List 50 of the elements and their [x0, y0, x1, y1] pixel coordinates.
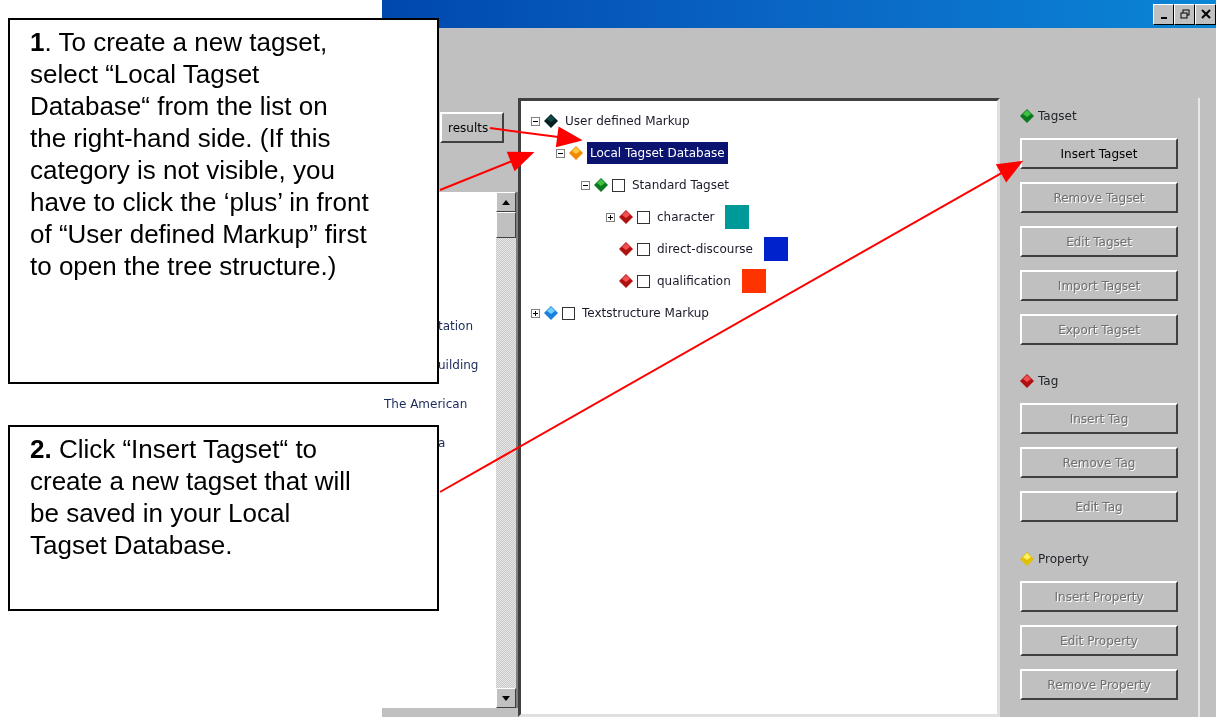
checkbox[interactable] [637, 274, 650, 288]
close-icon [1200, 9, 1211, 19]
collapse-icon[interactable] [581, 180, 590, 190]
checkbox[interactable] [612, 178, 625, 192]
list-item[interactable]: The American [384, 397, 468, 411]
restore-button[interactable] [1174, 3, 1195, 25]
diamond-icon [619, 242, 633, 256]
restore-icon [1179, 9, 1190, 19]
section-title: Tagset [1038, 108, 1077, 125]
tree-item[interactable]: direct-discourse [654, 238, 756, 260]
diamond-icon [1020, 109, 1034, 123]
list-item[interactable]: a [438, 436, 446, 450]
tree-item[interactable]: Textstructure Markup [579, 302, 712, 324]
tree-item[interactable]: character [654, 206, 718, 228]
scroll-up-button[interactable] [496, 192, 516, 212]
diamond-icon [619, 210, 633, 224]
tree-item[interactable]: Standard Tagset [629, 174, 733, 196]
collapse-icon[interactable] [531, 116, 540, 126]
tree-item[interactable]: Local Tagset Database [587, 142, 728, 164]
callout-text: 1. To create a new tagset, select “Local Tagset Database“ from the list on the right-hand side. (If this category is not visible, you have to click the ‘plus’ in front of “User defined Markup” first to open the tree structure.) [8, 18, 439, 384]
diamond-icon [1020, 374, 1034, 388]
list-item[interactable]: uilding [438, 358, 479, 372]
action-button[interactable]: Insert Tagset [1020, 138, 1178, 169]
minimize-icon [1160, 17, 1167, 19]
checkbox[interactable] [562, 306, 575, 320]
expand-icon[interactable] [531, 308, 540, 318]
down-arrow-icon [502, 695, 510, 701]
collapse-icon[interactable] [556, 148, 565, 158]
minimize-button[interactable] [1153, 3, 1174, 25]
scrollbar[interactable] [496, 192, 516, 708]
checkbox[interactable] [637, 242, 650, 256]
close-button[interactable] [1195, 3, 1216, 25]
scroll-thumb[interactable] [496, 212, 516, 238]
diamond-icon [544, 114, 558, 128]
up-arrow-icon [502, 199, 510, 205]
diamond-icon [619, 274, 633, 288]
expand-icon[interactable] [606, 212, 615, 222]
section-title: Tag [1038, 373, 1059, 390]
diamond-icon [1020, 552, 1034, 566]
list-item[interactable]: tation [438, 319, 474, 333]
section-title: Property [1038, 551, 1089, 568]
callout-text: 2. Click “Insert Tagset“ to create a new tagset that will be saved in your Local Tagset Database. [8, 425, 439, 611]
diamond-icon [569, 146, 583, 160]
diamond-icon [544, 306, 558, 320]
tree-item[interactable]: User defined Markup [562, 110, 693, 132]
tree-item[interactable]: qualification [654, 270, 734, 292]
diamond-icon [594, 178, 608, 192]
checkbox[interactable] [637, 210, 650, 224]
results-button[interactable]: results [440, 112, 504, 143]
scroll-down-button[interactable] [496, 688, 516, 708]
